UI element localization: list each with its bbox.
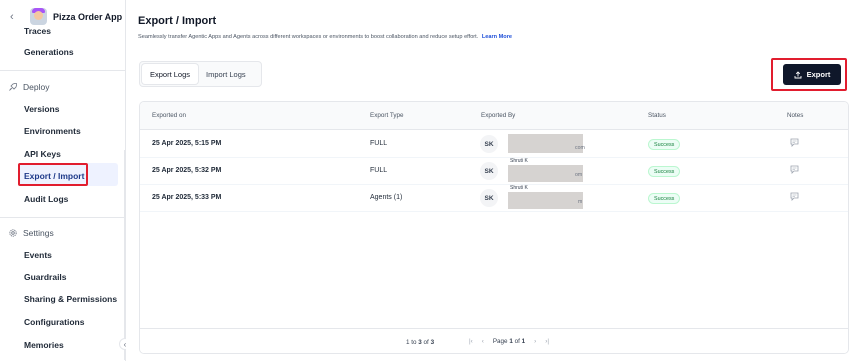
export-button[interactable]: Export [783, 64, 841, 85]
prev-page-icon[interactable]: ‹ [482, 338, 484, 345]
export-button-label: Export [806, 70, 831, 79]
app-name: Pizza Order App [53, 12, 123, 22]
range-to: 3 [418, 339, 422, 346]
avatar: SK [480, 162, 498, 180]
sidebar: ‹ Pizza Order App Traces Generations Dep… [0, 0, 126, 361]
status-badge: Success [648, 193, 681, 204]
chevron-left-icon[interactable]: ‹ [10, 11, 24, 23]
range-total: 3 [430, 339, 435, 346]
note-icon[interactable] [790, 192, 799, 201]
note-icon[interactable] [790, 165, 799, 174]
sidebar-item-generations[interactable]: Generations [24, 47, 74, 57]
avatar: SK [480, 135, 498, 153]
tab-export-logs[interactable]: Export Logs [142, 64, 199, 84]
table-row[interactable]: 25 Apr 2025, 5:15 PM FULL SK com Success [140, 131, 848, 158]
range-from: 1 [406, 339, 410, 346]
user-email-tail: com [575, 145, 585, 151]
upload-icon [794, 70, 802, 78]
page-current: 1 [509, 338, 513, 345]
user-email-tail: m [578, 199, 583, 205]
sidebar-item-traces[interactable]: Traces [24, 26, 51, 36]
sidebar-section-label: Deploy [23, 82, 50, 92]
cell-exported-on: 25 Apr 2025, 5:32 PM [152, 167, 222, 174]
redacted-user-info [508, 134, 583, 153]
sidebar-section-label: Settings [23, 228, 54, 238]
range-of-word: of [423, 339, 429, 346]
tab-import-logs[interactable]: Import Logs [198, 64, 254, 84]
column-header-status[interactable]: Status [648, 112, 666, 119]
sidebar-item-versions[interactable]: Versions [24, 104, 59, 114]
column-header-export-type[interactable]: Export Type [370, 112, 404, 119]
pagination-range: 1 to 3 of 3 [406, 339, 434, 346]
last-page-icon[interactable]: ›| [545, 338, 549, 345]
sidebar-divider [0, 217, 126, 218]
sidebar-item-configurations[interactable]: Configurations [24, 317, 84, 327]
sidebar-item-guardrails[interactable]: Guardrails [24, 272, 67, 282]
annotation-highlight-box [18, 163, 88, 186]
redacted-user-info [508, 192, 583, 209]
pagination-controls: |‹ ‹ Page 1 of 1 › ›| [469, 338, 549, 345]
cell-export-type: FULL [370, 167, 388, 174]
status-badge: Success [648, 166, 681, 177]
app-root: ‹ Pizza Order App Traces Generations Dep… [0, 0, 856, 361]
sidebar-item-events[interactable]: Events [24, 250, 52, 260]
table-footer: 1 to 3 of 3 |‹ ‹ Page 1 of 1 › ›| [140, 328, 848, 353]
learn-more-link[interactable]: Learn More [482, 34, 512, 40]
page-of-word: of [514, 338, 520, 345]
sidebar-header: ‹ Pizza Order App [10, 8, 122, 25]
range-to-word: to [411, 339, 417, 346]
sidebar-section-settings[interactable]: Settings [8, 228, 54, 238]
column-header-exported-by[interactable]: Exported By [481, 112, 515, 119]
page-total: 1 [521, 338, 526, 345]
table-header: Exported on Export Type Exported By Stat… [140, 102, 848, 130]
gear-icon [9, 229, 17, 237]
user-email-tail: om [575, 172, 583, 178]
column-header-notes[interactable]: Notes [787, 112, 803, 119]
page-word: Page [492, 338, 508, 345]
cell-export-type: FULL [370, 140, 388, 147]
export-logs-table: Exported on Export Type Exported By Stat… [139, 101, 849, 354]
first-page-icon[interactable]: |‹ [469, 338, 473, 345]
table-row[interactable]: 25 Apr 2025, 5:32 PM FULL SK Shruti K om… [140, 158, 848, 185]
avatar: SK [480, 189, 498, 207]
main-content: Export / Import Seamlessly transfer Agen… [126, 0, 856, 361]
cell-export-type: Agents (1) [370, 194, 403, 201]
redacted-user-info [508, 165, 583, 182]
column-header-exported-on[interactable]: Exported on [152, 112, 186, 119]
cell-exported-on: 25 Apr 2025, 5:33 PM [152, 194, 222, 201]
page-subtitle-text: Seamlessly transfer Agentic Apps and Age… [138, 34, 479, 40]
cell-exported-on: 25 Apr 2025, 5:15 PM [152, 140, 222, 147]
user-name: Shruti K [510, 185, 528, 191]
rocket-icon [9, 82, 18, 91]
note-icon[interactable] [790, 138, 799, 147]
sidebar-item-memories[interactable]: Memories [24, 340, 64, 350]
page-indicator: Page 1 of 1 [493, 338, 525, 345]
sidebar-divider [0, 70, 126, 71]
page-subtitle: Seamlessly transfer Agentic Apps and Age… [138, 34, 512, 40]
status-badge: Success [648, 139, 681, 150]
sidebar-item-api-keys[interactable]: API Keys [24, 149, 61, 159]
sidebar-item-sharing-permissions[interactable]: Sharing & Permissions [24, 294, 117, 304]
page-title: Export / Import [138, 15, 217, 27]
next-page-icon[interactable]: › [534, 338, 536, 345]
app-avatar [30, 8, 47, 25]
table-row[interactable]: 25 Apr 2025, 5:33 PM Agents (1) SK Shrut… [140, 185, 848, 212]
user-name: Shruti K [510, 158, 528, 164]
sidebar-section-deploy[interactable]: Deploy [8, 82, 49, 92]
sidebar-item-audit-logs[interactable]: Audit Logs [24, 194, 68, 204]
log-tabs: Export Logs Import Logs [139, 61, 262, 87]
sidebar-item-environments[interactable]: Environments [24, 126, 81, 136]
